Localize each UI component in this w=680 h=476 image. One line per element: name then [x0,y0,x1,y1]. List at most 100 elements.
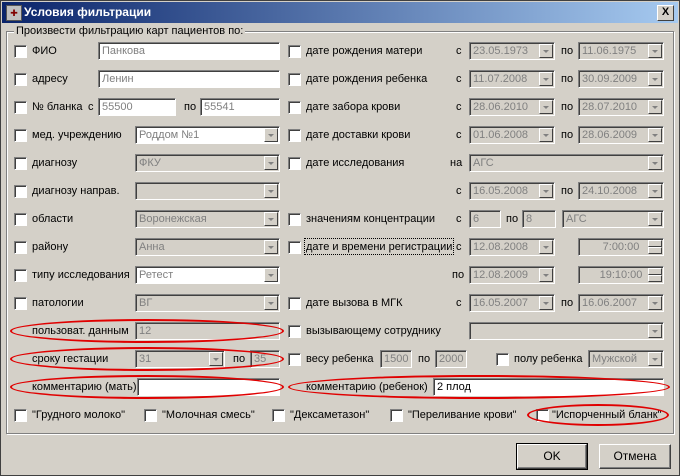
blank-checkbox[interactable] [14,101,27,114]
chevron-down-icon[interactable] [539,268,553,282]
registration-checkbox[interactable] [288,241,301,254]
mother-birth-checkbox[interactable] [288,45,301,58]
employee-checkbox[interactable] [288,325,301,338]
concentration-checkbox[interactable] [288,213,301,226]
chevron-down-icon[interactable] [648,212,662,226]
address-input[interactable]: Ленин [98,70,280,88]
blood-take-from-date[interactable]: 28.06.2010 [469,98,555,116]
mgk-checkbox[interactable] [288,297,301,310]
spin-icon[interactable] [648,240,662,254]
chevron-down-icon[interactable] [539,72,553,86]
mgk-from-date[interactable]: 16.05.2007 [469,294,555,312]
diag-select[interactable]: ФКУ [135,154,280,172]
blood-take-to-label: по [561,101,574,113]
blood-take-checkbox[interactable] [288,101,301,114]
mgk-from-value: 16.05.2007 [473,297,529,309]
diag-dir-checkbox[interactable] [14,185,27,198]
sex-select[interactable]: Мужской [588,350,664,368]
pathology-select[interactable]: ВГ [135,294,280,312]
flag-checkbox-breastmilk[interactable] [14,409,27,422]
blood-take-label: дате забора крови [306,101,401,113]
research-to-date[interactable]: 24.10.2008 [578,182,664,200]
mother-birth-from-value: 23.05.1973 [473,45,529,57]
blood-delivery-checkbox[interactable] [288,129,301,142]
diag-dir-select[interactable] [135,182,280,200]
address-checkbox[interactable] [14,73,27,86]
chevron-down-icon[interactable] [648,72,662,86]
mgk-to-date[interactable]: 16.06.2007 [578,294,664,312]
chevron-down-icon[interactable] [539,184,553,198]
research-test-select[interactable]: АГС [469,154,664,172]
chevron-down-icon[interactable] [648,100,662,114]
weight-checkbox[interactable] [288,353,301,366]
mother-birth-from-date[interactable]: 23.05.1973 [469,42,555,60]
type-checkbox[interactable] [14,269,27,282]
mother-birth-to-date[interactable]: 11.06.1975 [578,42,664,60]
concentration-from-input[interactable]: 6 [469,210,501,228]
chevron-down-icon[interactable] [264,296,278,310]
flag-checkbox-transfusion[interactable] [390,409,403,422]
child-birth-from-date[interactable]: 11.07.2008 [469,70,555,88]
fio-input[interactable]: Панкова [98,42,280,60]
chevron-down-icon[interactable] [264,128,278,142]
blank-to-input[interactable]: 55541 [200,98,280,116]
chevron-down-icon[interactable] [648,184,662,198]
concentration-label: значениям концентрации [306,213,435,225]
chevron-down-icon[interactable] [264,184,278,198]
child-birth-checkbox[interactable] [288,73,301,86]
close-button[interactable]: X [657,5,674,21]
ok-button[interactable]: OK [516,443,588,470]
chevron-down-icon[interactable] [264,212,278,226]
highlight-oval [10,319,284,343]
concentration-to-input[interactable]: 8 [522,210,556,228]
med-select[interactable]: Роддом №1 [135,126,280,144]
sex-checkbox[interactable] [496,353,509,366]
type-select[interactable]: Ретест [135,266,280,284]
registration-to-time[interactable]: 19:10:00 [578,266,664,284]
employee-select[interactable] [469,322,664,340]
pathology-checkbox[interactable] [14,297,27,310]
med-checkbox[interactable] [14,129,27,142]
mother-birth-to-label: по [561,45,574,57]
blood-delivery-to-date[interactable]: 28.06.2009 [578,126,664,144]
concentration-test-select[interactable]: АГС [562,210,664,228]
region-checkbox[interactable] [14,213,27,226]
chevron-down-icon[interactable] [539,240,553,254]
chevron-down-icon[interactable] [264,240,278,254]
chevron-down-icon[interactable] [648,352,662,366]
chevron-down-icon[interactable] [539,296,553,310]
district-select[interactable]: Анна [135,238,280,256]
chevron-down-icon[interactable] [539,100,553,114]
child-birth-to-date[interactable]: 30.09.2009 [578,70,664,88]
flag-checkbox-dexamethasone[interactable] [272,409,285,422]
chevron-down-icon[interactable] [264,268,278,282]
chevron-down-icon[interactable] [648,156,662,170]
blank-from-input[interactable]: 55500 [98,98,176,116]
blood-delivery-from-date[interactable]: 01.06.2008 [469,126,555,144]
weight-from-input[interactable]: 1500 [380,350,412,368]
chevron-down-icon[interactable] [648,128,662,142]
blood-take-to-date[interactable]: 28.07.2010 [578,98,664,116]
child-birth-to-label: по [561,73,574,85]
chevron-down-icon[interactable] [648,296,662,310]
diag-checkbox[interactable] [14,157,27,170]
chevron-down-icon[interactable] [648,44,662,58]
fio-checkbox[interactable] [14,45,27,58]
spin-icon[interactable] [648,268,662,282]
flag-label-transfusion: "Переливание крови" [408,409,517,421]
chevron-down-icon[interactable] [648,324,662,338]
chevron-down-icon[interactable] [264,156,278,170]
registration-to-date[interactable]: 12.08.2009 [469,266,555,284]
chevron-down-icon[interactable] [539,128,553,142]
research-checkbox[interactable] [288,157,301,170]
registration-from-time[interactable]: 7:00:00 [578,238,664,256]
district-checkbox[interactable] [14,241,27,254]
weight-to-input[interactable]: 2000 [435,350,467,368]
chevron-down-icon[interactable] [539,44,553,58]
cancel-button[interactable]: Отмена [599,444,671,469]
research-from-date[interactable]: 16.05.2008 [469,182,555,200]
flag-checkbox-formula[interactable] [144,409,157,422]
registration-from-date[interactable]: 12.08.2008 [469,238,555,256]
region-select[interactable]: Воронежская [135,210,280,228]
blank-from-label: с [88,101,94,113]
